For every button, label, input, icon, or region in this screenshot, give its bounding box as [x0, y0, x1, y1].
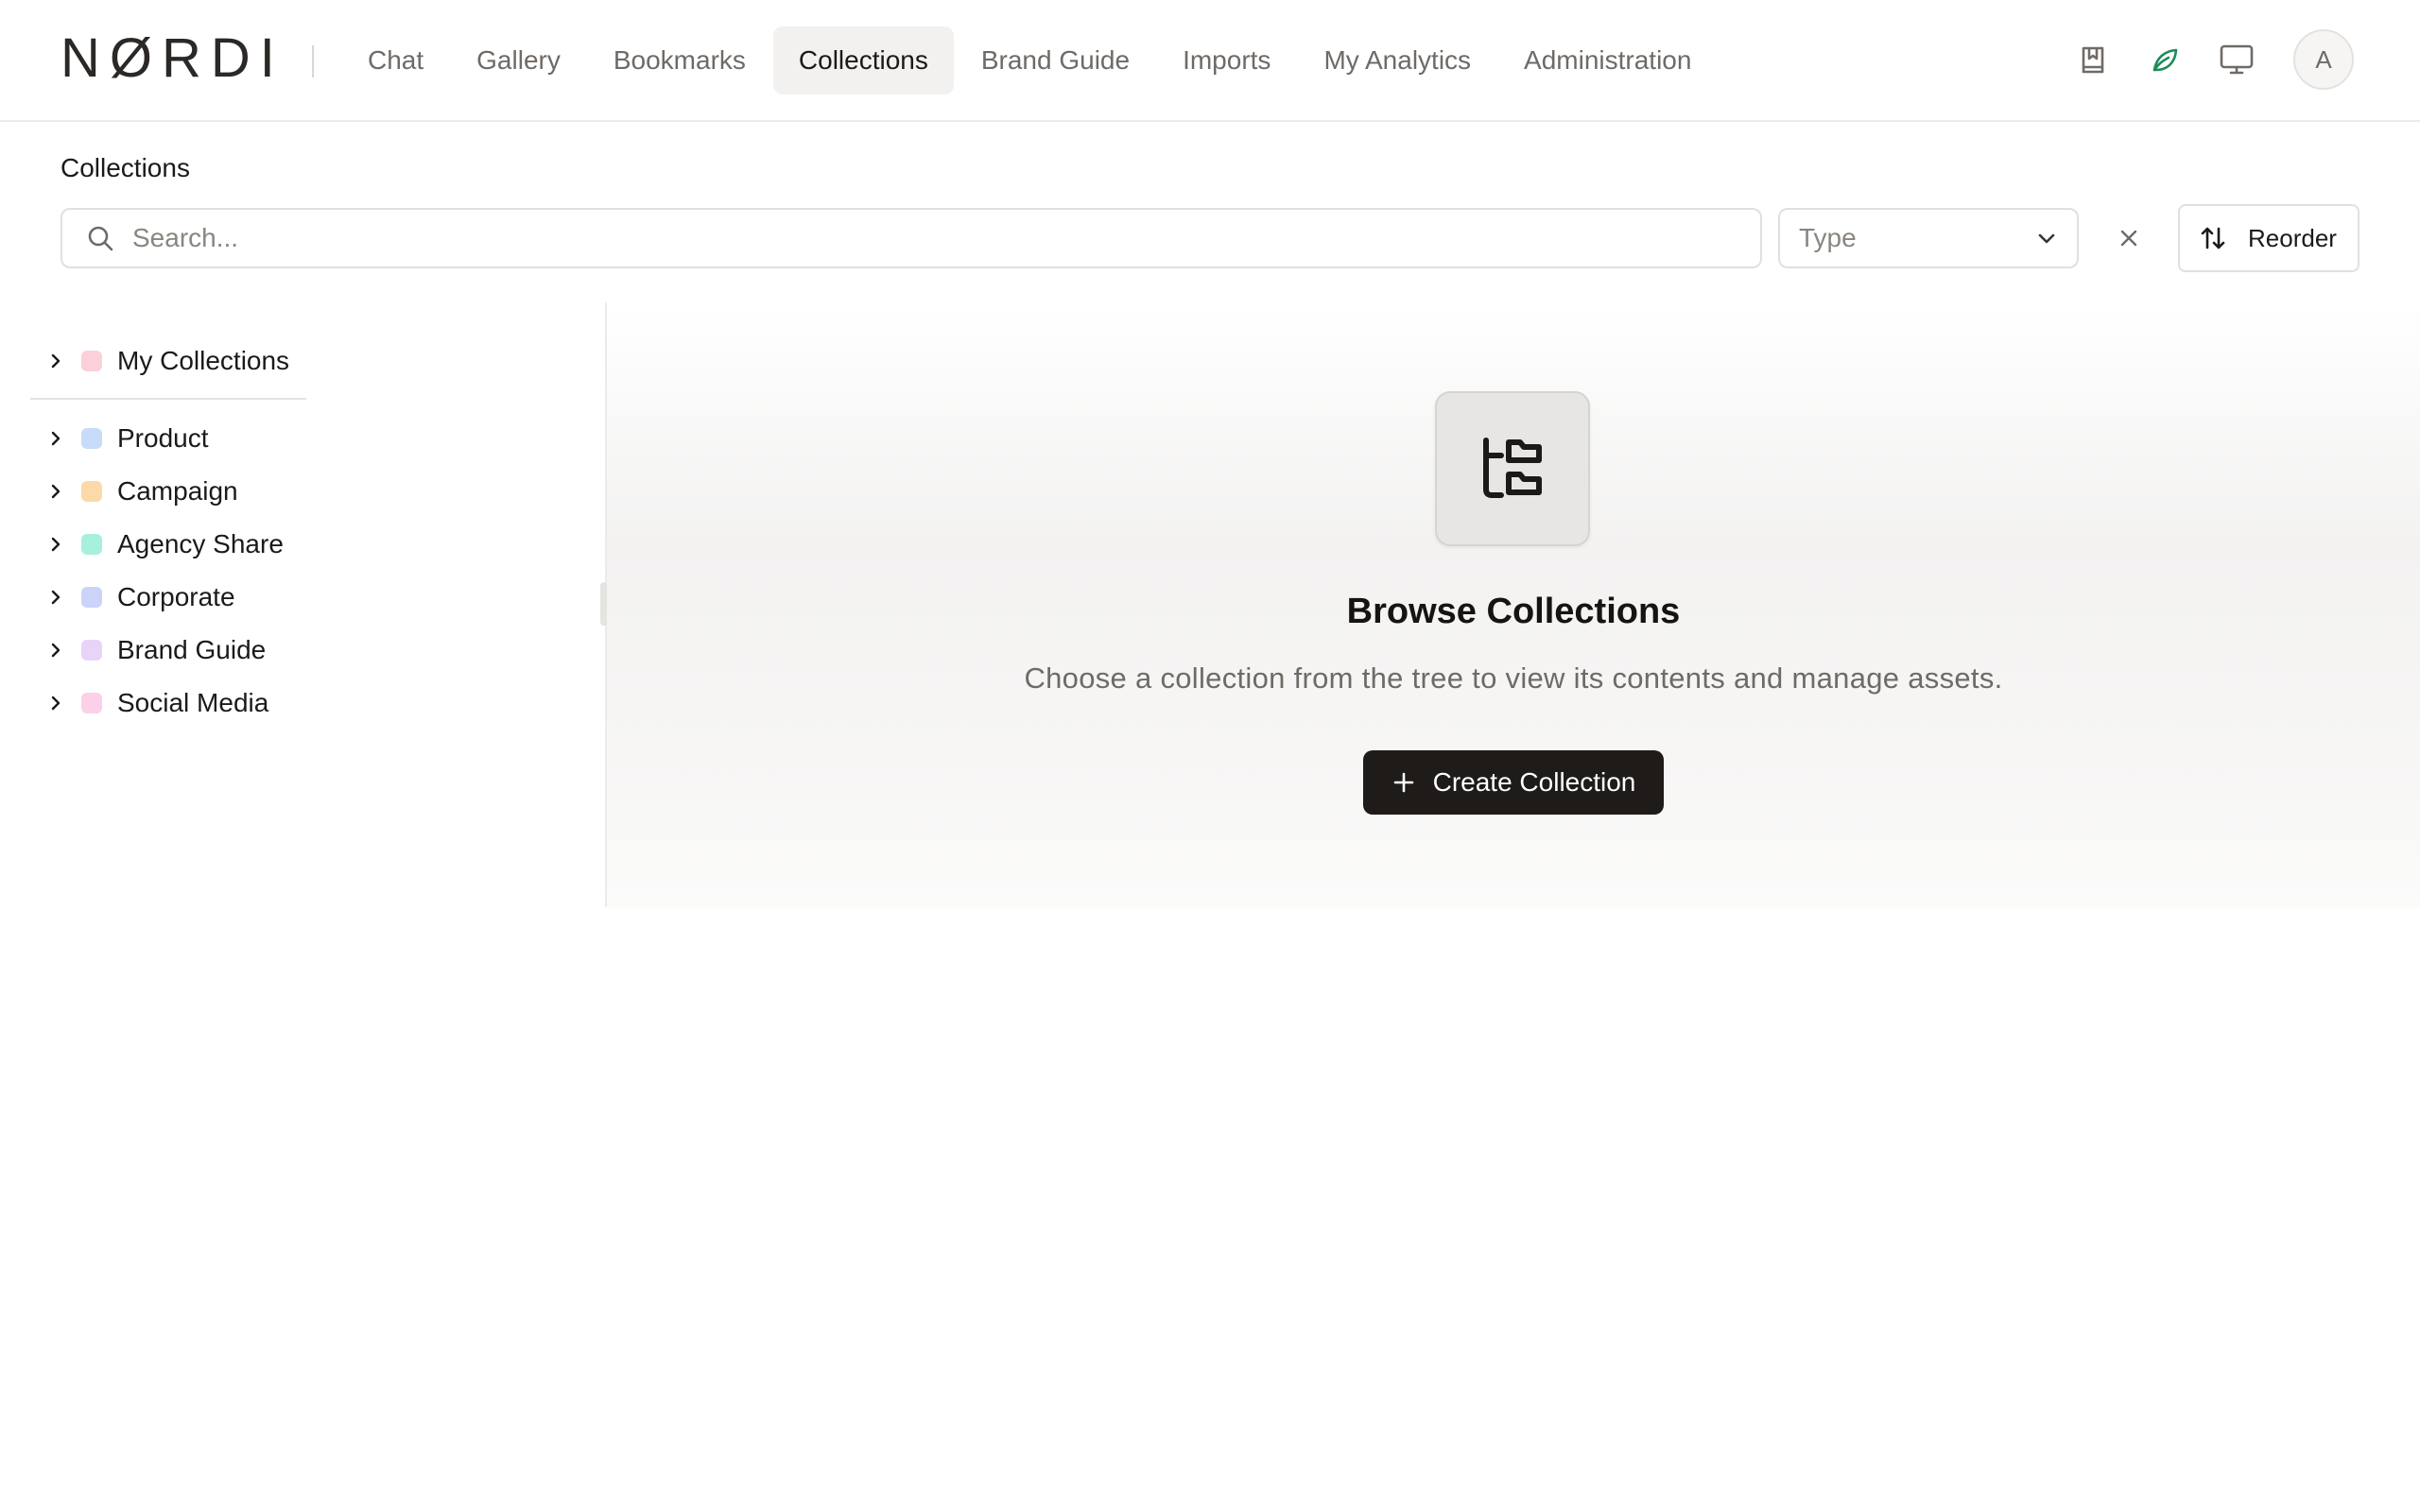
tree-item-label: Social Media	[117, 688, 269, 717]
top-navigation-bar: NØRDI Chat Gallery Bookmarks Collections…	[0, 0, 2420, 122]
nav-collections[interactable]: Collections	[772, 26, 954, 94]
tree-item-label: My Collections	[117, 346, 290, 375]
collection-color-dot	[81, 587, 102, 608]
collection-color-dot	[81, 640, 102, 661]
collection-color-dot	[81, 693, 102, 713]
tree-item-brand-guide[interactable]: Brand Guide	[42, 629, 266, 671]
tree-separator	[30, 398, 306, 400]
chevron-right-icon[interactable]	[42, 477, 70, 506]
main-nav: Chat Gallery Bookmarks Collections Brand…	[342, 26, 1719, 94]
chevron-right-icon[interactable]	[42, 530, 70, 558]
reorder-label: Reorder	[2248, 223, 2337, 252]
tree-item-label: Brand Guide	[117, 635, 267, 664]
chevron-right-icon[interactable]	[42, 636, 70, 664]
nav-chat[interactable]: Chat	[342, 26, 449, 94]
nav-gallery[interactable]: Gallery	[451, 26, 586, 94]
chevron-down-icon	[2035, 227, 2058, 249]
reorder-button[interactable]: Reorder	[2178, 204, 2360, 272]
page-title: Collections	[60, 153, 190, 182]
logo-divider	[312, 45, 314, 77]
collection-color-dot	[81, 351, 102, 371]
sort-arrows-icon	[2199, 224, 2227, 252]
bookmark-book-icon[interactable]	[2070, 37, 2116, 82]
tree-item-label: Agency Share	[117, 529, 284, 558]
collection-color-dot	[81, 428, 102, 449]
tree-item-campaign[interactable]: Campaign	[42, 471, 238, 512]
collection-detail-panel: Browse Collections Choose a collection f…	[607, 302, 2420, 907]
chevron-right-icon[interactable]	[42, 583, 70, 611]
nav-bookmarks[interactable]: Bookmarks	[588, 26, 771, 94]
empty-state-title: Browse Collections	[1346, 592, 1681, 631]
collection-color-dot	[81, 481, 102, 502]
tree-item-label: Product	[117, 423, 209, 453]
tree-item-social-media[interactable]: Social Media	[42, 682, 268, 724]
plus-icon	[1392, 770, 1416, 795]
tree-item-agency-share[interactable]: Agency Share	[42, 524, 284, 565]
tree-item-corporate[interactable]: Corporate	[42, 576, 235, 618]
search-input[interactable]	[132, 223, 1645, 253]
search-field[interactable]	[60, 208, 1762, 268]
close-icon	[2118, 228, 2139, 249]
type-dropdown[interactable]: Type	[1778, 208, 2079, 268]
clear-filters-button[interactable]	[2106, 215, 2152, 261]
chevron-right-icon[interactable]	[42, 424, 70, 453]
tree-item-my-collections[interactable]: My Collections	[42, 340, 289, 382]
empty-state-description: Choose a collection from the tree to vie…	[1024, 662, 2003, 695]
chevron-right-icon[interactable]	[42, 347, 70, 375]
top-right-actions: A	[2044, 28, 2354, 91]
tree-item-label: Campaign	[117, 476, 238, 506]
nav-brand-guide[interactable]: Brand Guide	[956, 26, 1155, 94]
leaf-icon[interactable]	[2142, 37, 2187, 82]
monitor-icon[interactable]	[2214, 37, 2259, 82]
nav-administration[interactable]: Administration	[1498, 26, 1717, 94]
create-collection-label: Create Collection	[1432, 767, 1636, 797]
search-icon	[85, 223, 115, 253]
tree-item-product[interactable]: Product	[42, 418, 209, 459]
create-collection-button[interactable]: Create Collection	[1363, 750, 1664, 815]
collection-color-dot	[81, 534, 102, 555]
empty-state-icon-box	[1435, 391, 1590, 546]
tree-item-label: Corporate	[117, 582, 235, 611]
nav-imports[interactable]: Imports	[1157, 26, 1296, 94]
nordi-logo[interactable]: NØRDI	[60, 31, 285, 86]
nav-my-analytics[interactable]: My Analytics	[1298, 26, 1496, 94]
chevron-right-icon[interactable]	[42, 689, 70, 717]
type-dropdown-label: Type	[1799, 223, 1857, 252]
folder-tree-icon	[1477, 433, 1548, 505]
user-avatar[interactable]: A	[2293, 29, 2354, 90]
